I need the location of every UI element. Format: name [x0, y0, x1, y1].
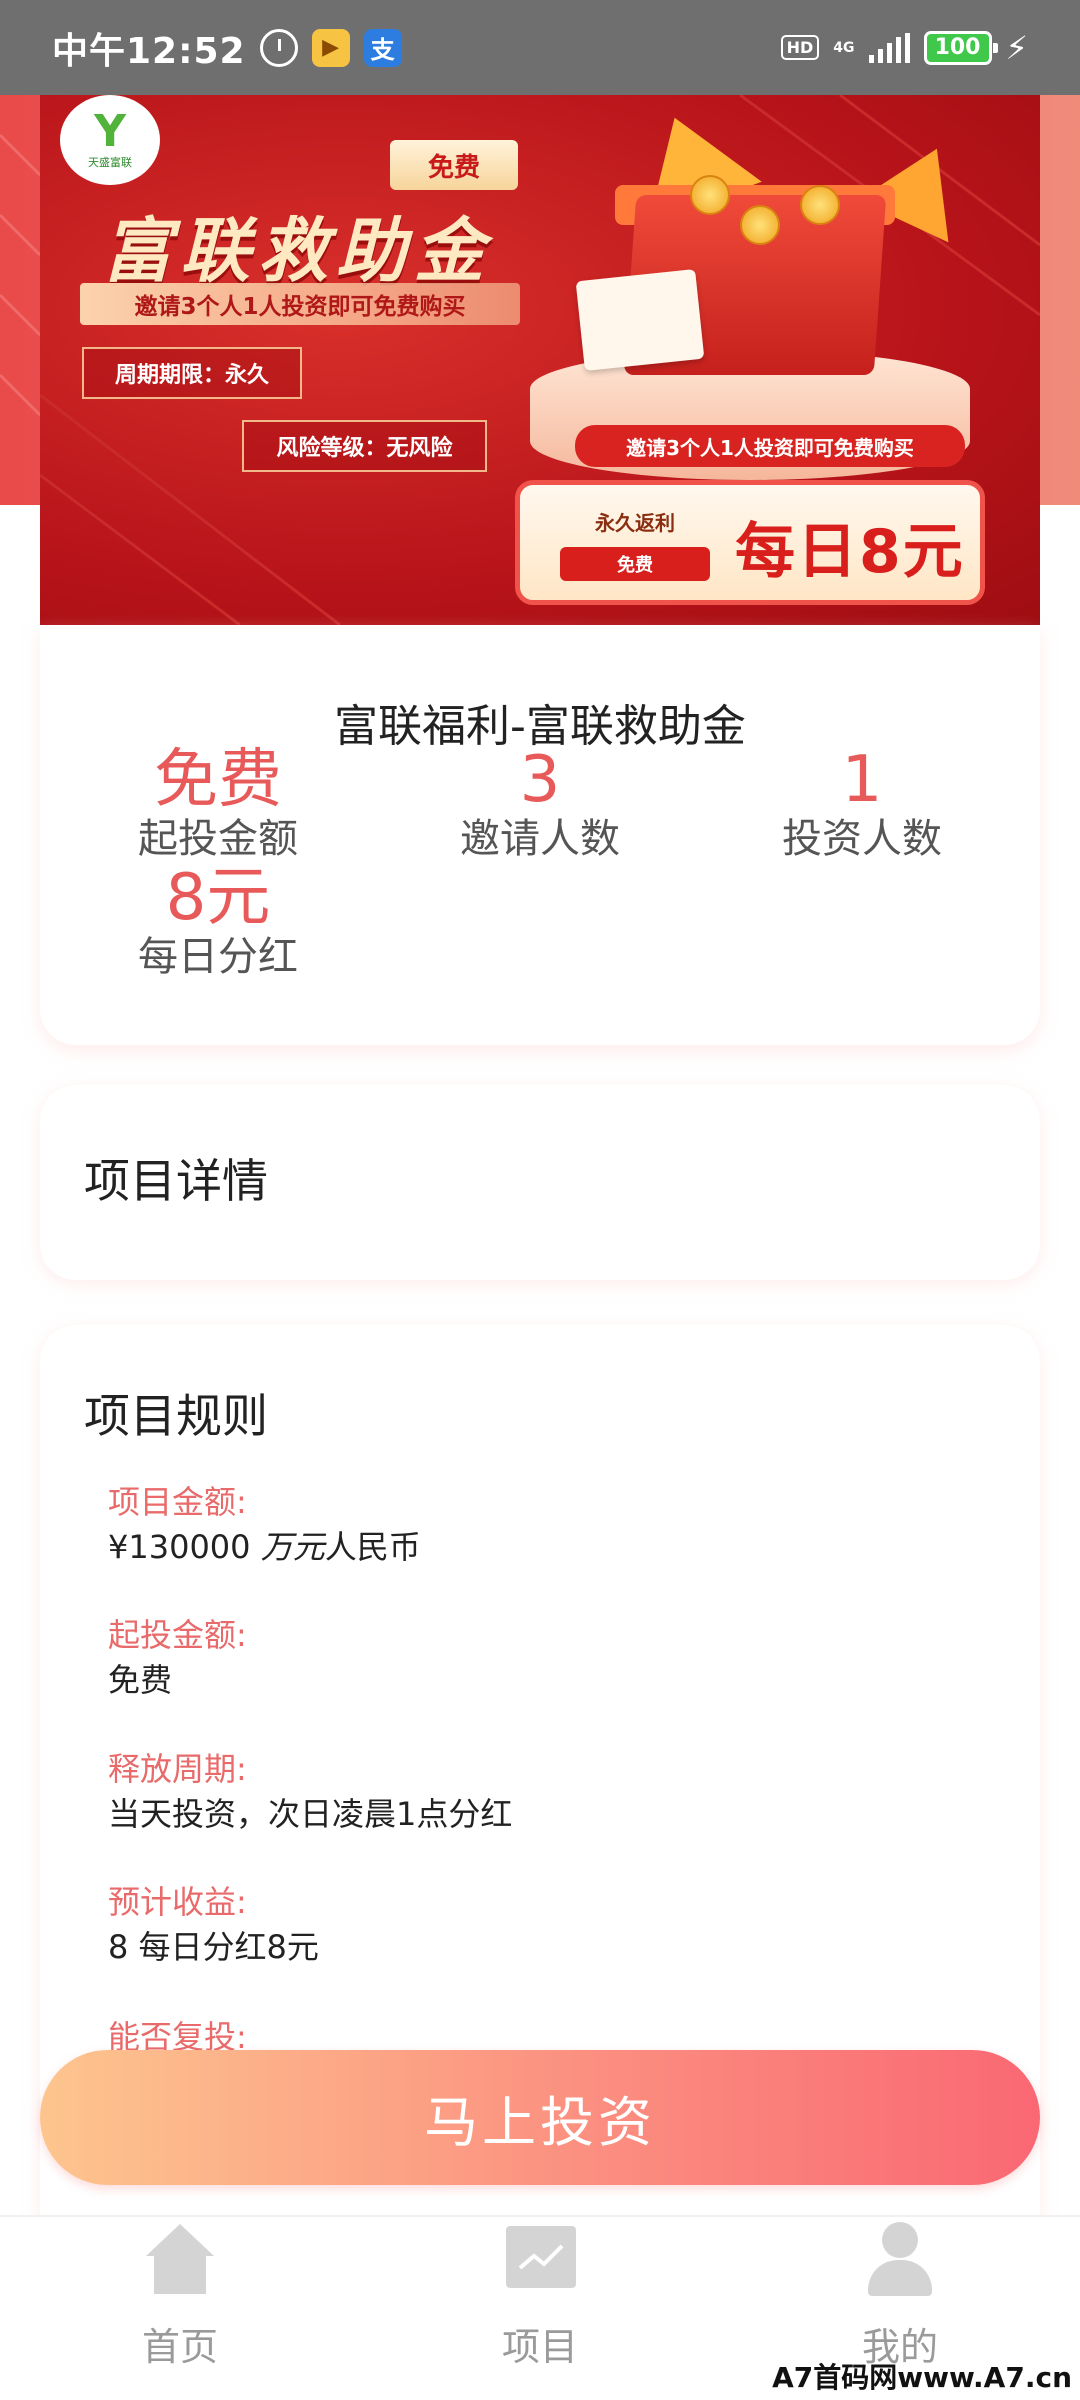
app-icon: ▶ [311, 28, 350, 67]
status-right: HD 4G 100 ⚡ [780, 28, 1028, 67]
daily-amount: 每日8元 [735, 517, 965, 587]
rule-value-suffix: 人民币 [324, 1528, 421, 1566]
stat-label: 起投金额 [138, 816, 298, 862]
network-label: 4G [833, 39, 855, 56]
rule-key: 释放周期: [108, 1750, 247, 1788]
status-bar: 中午12:52 ▶ 支 HD 4G 100 ⚡ [0, 0, 1080, 95]
logo-icon: Y [94, 106, 126, 157]
product-info-card: 富联福利-富联救助金 免费 起投金额 3 邀请人数 1 投资人数 8元 每日分红 [40, 625, 1040, 1045]
permanent-label: 永久返利 [595, 511, 675, 535]
brand-logo: Y 天盛富联 [60, 95, 160, 185]
project-details-card[interactable]: 项目详情 [40, 1085, 1040, 1280]
page: 中午12:52 ▶ 支 HD 4G 100 ⚡ Y 天盛富联 免费 富联救助金 … [0, 0, 1080, 2400]
stat-value: 免费 [154, 743, 282, 817]
free-pill: 免费 [560, 547, 710, 581]
stat-value: 3 [519, 743, 561, 817]
period-label: 周期期限：永久 [82, 347, 302, 399]
hd-icon: HD [780, 35, 820, 60]
rule-key: 项目金额: [108, 1483, 247, 1521]
stat-invite-count: 3 邀请人数 [400, 745, 680, 863]
rule-key: 预计收益: [108, 1883, 247, 1921]
rule-value: 免费 [108, 1661, 173, 1699]
rule-item: 释放周期: 当天投资，次日凌晨1点分红 [108, 1747, 512, 1837]
battery-icon: 100 [923, 30, 998, 65]
daily-reward-card: 永久返利 免费 每日8元 [515, 480, 985, 605]
coin-icon [800, 185, 840, 225]
details-title: 项目详情 [84, 1154, 268, 1208]
rule-value: 当天投资，次日凌晨1点分红 [108, 1795, 513, 1833]
coin-icon [740, 205, 780, 245]
stat-value: 1 [841, 743, 883, 817]
invite-strip: 邀请3个人1人投资即可免费购买 [575, 425, 965, 467]
card-illustration [575, 268, 705, 372]
tab-projects[interactable]: 项目 [440, 2217, 640, 2400]
charging-icon: ⚡ [1005, 28, 1028, 67]
home-icon [142, 2222, 218, 2298]
stat-min-investment: 免费 起投金额 [78, 745, 358, 863]
risk-label: 风险等级：无风险 [242, 420, 487, 472]
stat-value: 8元 [165, 861, 271, 935]
promo-banner[interactable]: Y 天盛富联 免费 富联救助金 邀请3个人1人投资即可免费购买 周期期限：永久 … [40, 95, 1040, 625]
chart-line [518, 2244, 564, 2270]
decor-lines [0, 133, 40, 417]
alarm-icon [259, 28, 298, 67]
banner-title: 富联救助金 [102, 210, 492, 292]
chart-icon [502, 2222, 578, 2298]
stat-investor-count: 1 投资人数 [722, 745, 1002, 863]
rule-item: 项目金额: ¥130000 万元人民币 [108, 1480, 421, 1570]
user-icon [862, 2222, 938, 2298]
rule-value: ¥130000 万元人民币 [108, 1524, 421, 1570]
stat-label: 每日分红 [138, 934, 298, 980]
rule-item: 预计收益: 8 每日分红8元 [108, 1880, 319, 1970]
rule-item: 起投金额: 免费 [108, 1613, 247, 1703]
rule-value-italic: 万元 [260, 1528, 325, 1566]
watermark: A7首码网www.A7.cn [772, 2361, 1072, 2394]
invest-now-button[interactable]: 马上投资 [40, 2050, 1040, 2185]
app-icon: 支 [363, 28, 402, 67]
logo-text: 天盛富联 [88, 156, 132, 169]
coin-icon [690, 175, 730, 215]
stat-label: 邀请人数 [460, 816, 620, 862]
banner-subtitle: 邀请3个人1人投资即可免费购买 [80, 283, 520, 325]
stat-daily-dividend: 8元 每日分红 [78, 863, 358, 981]
signal-icon [868, 32, 910, 63]
free-tag: 免费 [390, 140, 518, 190]
rules-title: 项目规则 [84, 1389, 268, 1443]
tab-label: 首页 [141, 2325, 218, 2369]
rule-key: 起投金额: [108, 1616, 247, 1654]
tab-label: 项目 [501, 2325, 578, 2369]
rule-value: 8 每日分红8元 [108, 1928, 319, 1966]
stat-label: 投资人数 [782, 816, 942, 862]
rule-value-prefix: ¥130000 [108, 1528, 261, 1566]
tab-home[interactable]: 首页 [80, 2217, 280, 2400]
status-time: 中午12:52 [52, 30, 246, 72]
